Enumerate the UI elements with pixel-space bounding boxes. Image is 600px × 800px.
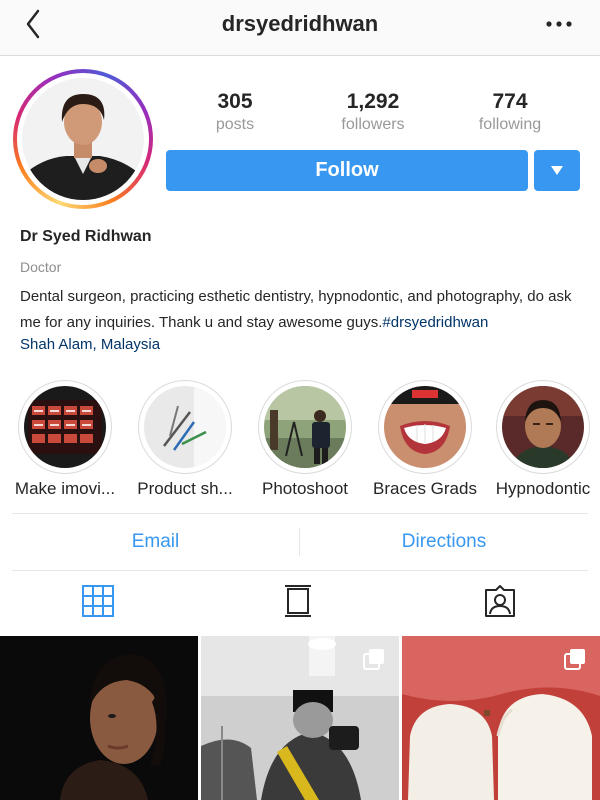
avatar <box>22 78 144 200</box>
highlight-label: Make imovi... <box>14 479 116 498</box>
posts-grid <box>0 636 600 800</box>
contact-actions-bar: Email Directions <box>12 513 588 571</box>
highlight-label: Product sh... <box>137 479 233 498</box>
posts-count-value: 305 <box>217 90 253 113</box>
profile-full-name: Dr Syed Ridhwan <box>20 228 152 245</box>
profile-bio: Dental surgeon, practicing esthetic dent… <box>20 284 590 336</box>
profile-location-link[interactable]: Shah Alam, Malaysia <box>20 336 160 353</box>
tagged-icon <box>485 585 515 617</box>
post-thumbnail[interactable] <box>402 636 600 800</box>
highlight-thumbnail <box>144 386 226 468</box>
multiple-photos-icon <box>363 649 384 670</box>
highlight-label: Hypnodontic <box>495 479 591 498</box>
followers-count[interactable]: 1,292 followers <box>313 90 433 136</box>
avatar-story-ring[interactable] <box>13 69 153 209</box>
more-icon <box>546 21 572 27</box>
email-button[interactable]: Email <box>12 514 299 570</box>
followers-count-value: 1,292 <box>346 90 400 113</box>
feed-icon <box>285 585 311 617</box>
bio-hashtag-link[interactable]: #drsyedridhwan <box>382 314 488 331</box>
highlight-thumbnail <box>384 386 466 468</box>
follow-button[interactable]: Follow <box>166 150 528 191</box>
caret-down-icon <box>551 166 563 175</box>
directions-button[interactable]: Directions <box>300 514 588 570</box>
highlight-thumbnail <box>502 386 584 468</box>
highlight-thumbnail <box>264 386 346 468</box>
highlight-label: Braces Grads <box>373 479 477 498</box>
suggested-accounts-button[interactable] <box>534 150 580 191</box>
bio-text: Dental surgeon, practicing esthetic dent… <box>20 288 572 331</box>
profile-username: drsyedridhwan <box>221 11 379 36</box>
following-count-value: 774 <box>492 90 528 113</box>
tab-feed[interactable] <box>280 583 320 623</box>
more-options-button[interactable] <box>544 12 574 36</box>
profile-tabs <box>0 575 600 635</box>
following-count-label: following <box>478 116 542 133</box>
posts-count: 305 posts <box>175 90 295 136</box>
profile-category: Doctor <box>20 259 62 275</box>
followers-count-label: followers <box>341 116 405 133</box>
highlight-label: Photoshoot <box>261 479 348 498</box>
tab-tagged[interactable] <box>482 583 522 623</box>
highlight-thumbnail <box>24 386 106 468</box>
post-thumbnail[interactable] <box>0 636 198 800</box>
grid-icon <box>82 585 114 617</box>
following-count[interactable]: 774 following <box>450 90 570 136</box>
posts-count-label: posts <box>215 116 255 133</box>
top-bar: drsyedridhwan <box>0 0 600 56</box>
multiple-photos-icon <box>564 649 585 670</box>
post-thumbnail[interactable] <box>201 636 399 800</box>
tab-grid[interactable] <box>80 583 120 623</box>
